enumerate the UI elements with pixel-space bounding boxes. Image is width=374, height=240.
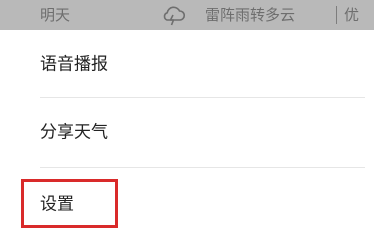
menu-item-voice-broadcast[interactable]: 语音播报 xyxy=(0,30,374,94)
menu-item-label: 语音播报 xyxy=(40,54,108,75)
menu-item-settings[interactable]: 设置 xyxy=(0,170,374,234)
menu-divider xyxy=(40,167,365,168)
menu-item-label: 分享天气 xyxy=(40,122,108,143)
air-quality-label: 优 xyxy=(344,6,360,24)
menu-item-share-weather[interactable]: 分享天气 xyxy=(0,98,374,162)
divider xyxy=(336,6,337,24)
popup-menu: 语音播报 分享天气 设置 xyxy=(0,30,374,240)
cloud-icon xyxy=(160,3,186,27)
menu-item-label: 设置 xyxy=(40,194,74,215)
screen: 明天 雷阵雨转多云 优 语音播报 分享天气 设置 xyxy=(0,0,374,240)
forecast-description: 雷阵雨转多云 xyxy=(205,6,296,24)
forecast-day: 明天 xyxy=(40,6,71,24)
weather-forecast-row: 明天 雷阵雨转多云 优 xyxy=(0,0,374,30)
